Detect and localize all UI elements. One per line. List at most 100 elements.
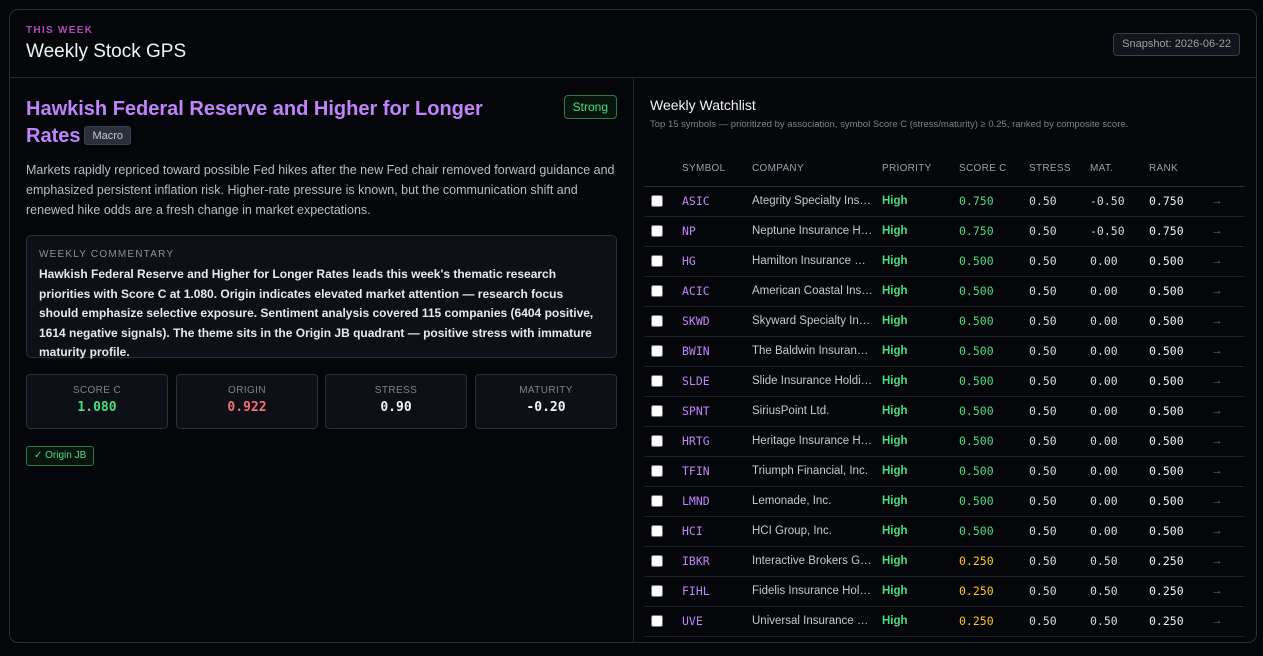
- arrow-right-icon[interactable]: →: [1211, 276, 1245, 307]
- table-row[interactable]: LMND Lemonade, Inc. High 0.500 0.50 0.00 0.500…: [644, 486, 1245, 517]
- table-row[interactable]: SPNT SiriusPoint Ltd. High 0.500 0.50 0.00 0.5…: [644, 396, 1245, 427]
- symbol-cell[interactable]: BWIN: [682, 336, 752, 367]
- arrow-right-icon[interactable]: →: [1211, 516, 1245, 547]
- row-checkbox[interactable]: [651, 554, 663, 567]
- table-row[interactable]: FIHLFidelis Insurance Holdings LimitedHi…: [644, 576, 1245, 607]
- priority-cell: High: [882, 336, 959, 367]
- symbol-cell[interactable]: HG: [682, 246, 752, 277]
- score-c-cell: 0.500: [959, 276, 1029, 307]
- commentary-label: WEEKLY COMMENTARY: [39, 249, 175, 260]
- table-row[interactable]: ASICAtegrity Specialty Insurance Company…: [644, 186, 1245, 217]
- metric-label: ORIGIN: [228, 385, 266, 396]
- symbol-cell[interactable]: IBKR: [682, 546, 752, 577]
- column-header[interactable]: PRIORITY: [882, 151, 959, 187]
- row-checkbox[interactable]: [651, 524, 663, 537]
- arrow-right-icon[interactable]: →: [1211, 336, 1245, 367]
- symbol-cell[interactable]: SLDE: [682, 366, 752, 397]
- stress-cell: 0.50: [1029, 546, 1090, 577]
- stress-cell: 0.50: [1029, 336, 1090, 367]
- stress-cell: 0.50: [1029, 606, 1090, 637]
- table-row[interactable]: BWINThe Baldwin Insurance Group, Inc.Hig…: [644, 336, 1245, 367]
- symbol-cell[interactable]: TFIN: [682, 456, 752, 487]
- table-row[interactable]: UVEUniversal Insurance Holdings, Inc.Hig…: [644, 606, 1245, 637]
- row-checkbox[interactable]: [651, 374, 663, 387]
- row-checkbox[interactable]: [651, 344, 663, 357]
- row-checkbox[interactable]: [651, 254, 663, 267]
- arrow-right-icon[interactable]: →: [1211, 426, 1245, 457]
- column-header[interactable]: SYMBOL: [682, 151, 752, 187]
- row-checkbox[interactable]: [651, 194, 663, 207]
- column-header[interactable]: RANK: [1149, 151, 1211, 187]
- weekly-commentary: WEEKLY COMMENTARY Hawkish Federal Reserv…: [26, 235, 617, 359]
- symbol-cell[interactable]: ASIC: [682, 186, 752, 217]
- arrow-right-icon[interactable]: →: [1211, 546, 1245, 577]
- score-c-cell: 0.500: [959, 486, 1029, 517]
- row-checkbox[interactable]: [651, 434, 663, 447]
- table-row[interactable]: HRTGHeritage Insurance Holdings, Inc.Hig…: [644, 426, 1245, 457]
- row-checkbox[interactable]: [651, 314, 663, 327]
- symbol-cell[interactable]: HCI: [682, 516, 752, 547]
- score-c-cell: 0.250: [959, 606, 1029, 637]
- symbol-cell[interactable]: UVE: [682, 606, 752, 637]
- row-checkbox[interactable]: [651, 614, 663, 627]
- table-row[interactable]: NPNeptune Insurance Holdings Inc.High0.7…: [644, 216, 1245, 247]
- company-cell: Universal Insurance Holdings, Inc.: [752, 606, 882, 637]
- arrow-right-icon[interactable]: →: [1211, 456, 1245, 487]
- metric-value: 0.922: [227, 400, 267, 415]
- symbol-cell[interactable]: LMND: [682, 486, 752, 517]
- row-select-cell: [644, 546, 682, 577]
- column-header[interactable]: STRESS: [1029, 151, 1090, 187]
- symbol-cell[interactable]: HRTG: [682, 426, 752, 457]
- arrow-right-icon[interactable]: →: [1211, 306, 1245, 337]
- maturity-cell: -0.50: [1090, 186, 1149, 217]
- watchlist-body: ASICAtegrity Specialty Insurance Company…: [644, 186, 1245, 637]
- page-title: Weekly Stock GPS: [26, 41, 187, 62]
- table-row[interactable]: HCI HCI Group, Inc. High 0.500 0.50 0.00 0.500…: [644, 516, 1245, 547]
- table-row[interactable]: TFIN Triumph Financial, Inc. High 0.500 0.50…: [644, 456, 1245, 487]
- row-checkbox[interactable]: [651, 404, 663, 417]
- table-row[interactable]: HGHamilton Insurance Group, Ltd.High0.50…: [644, 246, 1245, 277]
- company-cell: Neptune Insurance Holdings Inc.: [752, 216, 882, 247]
- symbol-cell[interactable]: SPNT: [682, 396, 752, 427]
- stress-cell: 0.50: [1029, 186, 1090, 217]
- quadrant-badge: ✓ Origin JB: [26, 446, 95, 466]
- score-c-cell: 0.500: [959, 246, 1029, 277]
- column-header[interactable]: MAT.: [1090, 151, 1149, 187]
- stress-cell: 0.50: [1029, 576, 1090, 607]
- symbol-cell[interactable]: ACIC: [682, 276, 752, 307]
- symbol-cell[interactable]: NP: [682, 216, 752, 247]
- arrow-right-icon[interactable]: →: [1211, 396, 1245, 427]
- row-checkbox[interactable]: [651, 224, 663, 237]
- watchlist-subtitle: Top 15 symbols — prioritized by associat…: [650, 119, 1129, 130]
- arrow-right-icon[interactable]: →: [1211, 606, 1245, 637]
- column-header[interactable]: SCORE C: [959, 151, 1029, 187]
- row-checkbox[interactable]: [651, 494, 663, 507]
- symbol-cell[interactable]: FIHL: [682, 576, 752, 607]
- commentary-text: Hawkish Federal Reserve and Higher for L…: [39, 267, 594, 359]
- table-row[interactable]: ACICAmerican Coastal Insurance Corporati…: [644, 276, 1245, 307]
- column-header[interactable]: COMPANY: [752, 151, 882, 187]
- rank-cell: 0.500: [1149, 486, 1211, 517]
- theme-description: Markets rapidly repriced toward possible…: [26, 163, 615, 217]
- maturity-cell: 0.50: [1090, 606, 1149, 637]
- table-row[interactable]: SKWDSkyward Specialty Insurance GroupHig…: [644, 306, 1245, 337]
- arrow-right-icon[interactable]: →: [1211, 576, 1245, 607]
- arrow-right-icon[interactable]: →: [1211, 246, 1245, 277]
- metric-maturity: MATURITY -0.20: [475, 374, 617, 429]
- score-c-cell: 0.500: [959, 396, 1029, 427]
- row-select-cell: [644, 306, 682, 337]
- arrow-right-icon[interactable]: →: [1211, 186, 1245, 217]
- row-checkbox[interactable]: [651, 584, 663, 597]
- row-checkbox[interactable]: [651, 284, 663, 297]
- symbol-cell[interactable]: SKWD: [682, 306, 752, 337]
- arrow-right-icon[interactable]: →: [1211, 366, 1245, 397]
- table-row[interactable]: SLDESlide Insurance Holdings, Inc.High0.…: [644, 366, 1245, 397]
- table-row[interactable]: IBKRInteractive Brokers Group, Inc.High0…: [644, 546, 1245, 577]
- watchlist-table: SYMBOL COMPANY PRIORITY SCORE C STRESS M…: [644, 151, 1245, 637]
- arrow-right-icon[interactable]: →: [1211, 486, 1245, 517]
- company-cell: Ategrity Specialty Insurance Company: [752, 186, 882, 217]
- arrow-right-icon[interactable]: →: [1211, 216, 1245, 247]
- priority-cell: High: [882, 606, 959, 637]
- metric-value: 0.90: [380, 400, 412, 415]
- row-checkbox[interactable]: [651, 464, 663, 477]
